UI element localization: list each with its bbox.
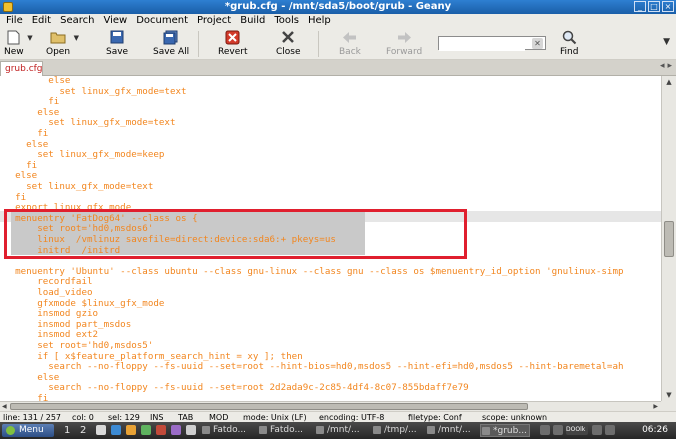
arrow-left-icon [342, 29, 358, 45]
task-item[interactable]: /tmp/... [372, 424, 424, 437]
document-tabs: grub.cfg ◂ ▸ [0, 60, 676, 76]
search-input[interactable] [439, 39, 525, 51]
scroll-left-icon[interactable]: ◀ [2, 402, 7, 411]
code-line[interactable]: recordfail [4, 277, 661, 288]
menu-help[interactable]: Help [308, 14, 331, 27]
tray-icon[interactable] [553, 425, 563, 435]
tab-scroll-right-icon[interactable]: ▸ [667, 61, 672, 71]
save-all-icon [163, 29, 179, 45]
code-line[interactable]: set linux_gfx_mode=text [4, 118, 661, 129]
toolbar-separator [198, 31, 199, 57]
code-line[interactable]: set linux_gfx_mode=text [4, 86, 661, 98]
task-item[interactable]: /mnt/... [315, 424, 369, 437]
code-line[interactable]: insmod part_msdos [4, 319, 661, 331]
window-title: *grub.cfg - /mnt/sda5/boot/grub - Geany [224, 1, 452, 12]
task-item[interactable]: /mnt/... [426, 424, 478, 437]
code-line[interactable]: set root='hd0,msdos5' [4, 340, 661, 352]
close-window-button[interactable]: × [662, 1, 674, 12]
hscroll-thumb[interactable] [10, 403, 528, 410]
clear-search-icon[interactable]: ✕ [532, 38, 543, 49]
new-file-icon [6, 29, 22, 45]
magnifier-icon [561, 29, 577, 45]
find-button[interactable]: Find [560, 29, 578, 57]
code-line[interactable]: set linux_gfx_mode=keep [4, 150, 661, 161]
horizontal-scrollbar[interactable]: ◀ ▶ [0, 401, 661, 411]
launcher-icon[interactable] [111, 425, 121, 435]
scroll-up-icon[interactable]: ▲ [664, 77, 674, 87]
scroll-right-icon[interactable]: ▶ [653, 402, 658, 411]
toolbar: New ▼ Open ▼ Save Save All Revert Close [0, 27, 676, 60]
code-editor[interactable]: else set linux_gfx_mode=text fi else set… [0, 76, 661, 401]
workspace-1[interactable]: 1 [64, 424, 70, 437]
code-line[interactable]: search --no-floppy --fs-uuid --set=root … [4, 383, 661, 394]
save-button[interactable]: Save [106, 29, 128, 57]
code-line[interactable]: fi [4, 128, 661, 140]
new-button[interactable]: New ▼ [4, 29, 33, 57]
code-line[interactable]: fi [4, 97, 661, 108]
menu-bar: File Edit Search View Document Project B… [0, 14, 676, 27]
menu-file[interactable]: File [6, 14, 23, 27]
code-line[interactable]: search --no-floppy --fs-uuid --set=root … [4, 362, 661, 373]
code-line[interactable]: fi [4, 393, 661, 401]
scroll-thumb[interactable] [664, 221, 674, 257]
launcher-icon[interactable] [126, 425, 136, 435]
chevron-down-icon[interactable]: ▼ [74, 34, 79, 42]
maximize-button[interactable]: □ [648, 1, 660, 12]
start-menu-button[interactable]: Menu [2, 424, 54, 437]
back-button[interactable]: Back [339, 29, 361, 57]
minimize-button[interactable]: _ [634, 1, 646, 12]
menu-tools[interactable]: Tools [274, 14, 299, 27]
tray-icon[interactable] [605, 425, 615, 435]
workspace-2[interactable]: 2 [80, 424, 86, 437]
menu-document[interactable]: Document [136, 14, 188, 27]
save-icon [109, 29, 125, 45]
tray-network-icon[interactable]: DOOlk [566, 425, 588, 435]
code-line[interactable]: menuentry 'Ubuntu' --class ubuntu --clas… [4, 266, 661, 278]
revert-icon [225, 29, 241, 45]
taskbar: Menu 1 2 Fatdo... Fatdo... /mnt/... /tmp… [0, 422, 676, 439]
scroll-down-icon[interactable]: ▼ [664, 390, 674, 400]
menu-project[interactable]: Project [197, 14, 231, 27]
tab-grub-cfg[interactable]: grub.cfg [0, 61, 43, 76]
code-line[interactable]: gfxmode $linux_gfx_mode [4, 298, 661, 310]
launcher-icon[interactable] [171, 425, 181, 435]
title-bar[interactable]: *grub.cfg - /mnt/sda5/boot/grub - Geany … [0, 0, 676, 14]
toolbar-overflow-icon[interactable]: ▼ [663, 37, 670, 47]
task-item[interactable]: Fatdo... [201, 424, 255, 437]
arrow-right-icon [396, 29, 412, 45]
close-icon [280, 29, 296, 45]
save-all-button[interactable]: Save All [153, 29, 189, 57]
annotation-highlight-box [4, 209, 467, 259]
forward-button[interactable]: Forward [386, 29, 422, 57]
launcher-icon[interactable] [96, 425, 106, 435]
launcher-icon[interactable] [156, 425, 166, 435]
toolbar-separator [318, 31, 319, 57]
code-line[interactable]: load_video [4, 287, 661, 299]
menu-build[interactable]: Build [240, 14, 265, 27]
launcher-icon[interactable] [186, 425, 196, 435]
tray-icon[interactable] [540, 425, 550, 435]
status-bar: line: 131 / 257 col: 0 sel: 129 INS TAB … [0, 411, 676, 422]
clock: 06:26 [642, 425, 668, 435]
code-line[interactable]: else [4, 76, 661, 87]
revert-button[interactable]: Revert [218, 29, 247, 57]
tab-scroll-left-icon[interactable]: ◂ [660, 61, 665, 71]
task-item-active[interactable]: *grub... [480, 424, 530, 437]
menu-search[interactable]: Search [60, 14, 94, 27]
close-button[interactable]: Close [276, 29, 301, 57]
menu-edit[interactable]: Edit [32, 14, 51, 27]
tray-icon[interactable] [592, 425, 602, 435]
open-button[interactable]: Open ▼ [46, 29, 79, 57]
chevron-down-icon[interactable]: ▼ [27, 34, 32, 42]
task-item[interactable]: Fatdo... [258, 424, 312, 437]
search-field[interactable]: ✕ [438, 36, 546, 51]
vertical-scrollbar[interactable]: ▲ ▼ [661, 76, 676, 401]
folder-open-icon [50, 29, 66, 45]
code-line[interactable]: fi [4, 160, 661, 172]
launcher-icon[interactable] [141, 425, 151, 435]
scroll-corner [661, 401, 676, 411]
menu-view[interactable]: View [103, 14, 127, 27]
code-line[interactable]: set linux_gfx_mode=text [4, 181, 661, 193]
